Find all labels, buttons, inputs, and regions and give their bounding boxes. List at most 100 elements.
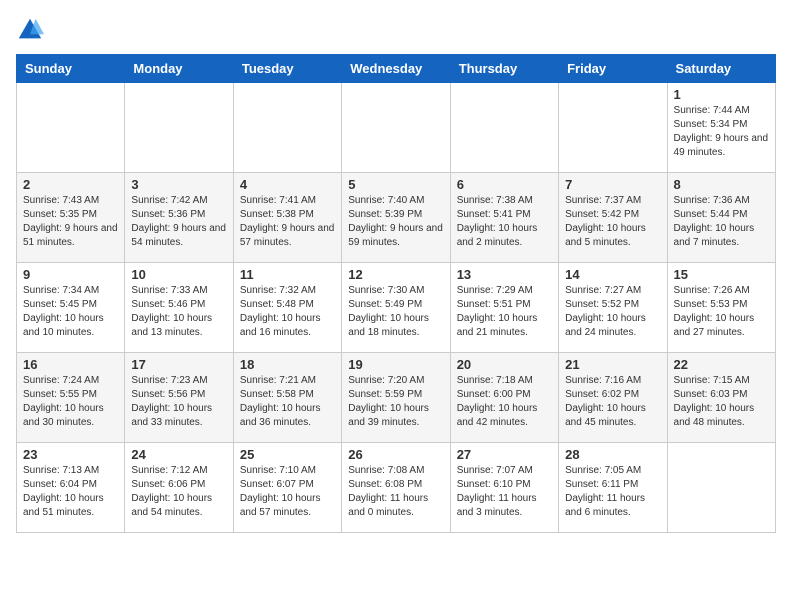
calendar-cell: 26 Sunrise: 7:08 AM Sunset: 6:08 PM Dayli… (342, 443, 450, 533)
day-number: 13 (457, 267, 552, 282)
day-number: 17 (131, 357, 226, 372)
day-info: Sunrise: 7:32 AM Sunset: 5:48 PM Dayligh… (240, 284, 335, 340)
calendar-cell: 28 Sunrise: 7:05 AM Sunset: 6:11 PM Dayli… (559, 443, 667, 533)
day-info: Sunrise: 7:18 AM Sunset: 6:00 PM Dayligh… (457, 374, 552, 430)
calendar-cell: 19 Sunrise: 7:20 AM Sunset: 5:59 PM Dayli… (342, 353, 450, 443)
calendar-cell: 24 Sunrise: 7:12 AM Sunset: 6:06 PM Dayli… (125, 443, 233, 533)
day-number: 8 (674, 177, 769, 192)
day-info: Sunrise: 7:33 AM Sunset: 5:46 PM Dayligh… (131, 284, 226, 340)
day-info: Sunrise: 7:24 AM Sunset: 5:55 PM Dayligh… (23, 374, 118, 430)
calendar-week-row: 1 Sunrise: 7:44 AM Sunset: 5:34 PM Daylig… (17, 83, 776, 173)
calendar-cell: 10Sunrise: 7:33 AM Sunset: 5:46 PM Dayli… (125, 263, 233, 353)
calendar-cell (342, 83, 450, 173)
day-info: Sunrise: 7:20 AM Sunset: 5:59 PM Dayligh… (348, 374, 443, 430)
day-number: 5 (348, 177, 443, 192)
day-number: 4 (240, 177, 335, 192)
day-info: Sunrise: 7:15 AM Sunset: 6:03 PM Dayligh… (674, 374, 769, 430)
day-info: Sunrise: 7:41 AM Sunset: 5:38 PM Dayligh… (240, 194, 335, 250)
day-info: Sunrise: 7:23 AM Sunset: 5:56 PM Dayligh… (131, 374, 226, 430)
day-info: Sunrise: 7:36 AM Sunset: 5:44 PM Dayligh… (674, 194, 769, 250)
day-info: Sunrise: 7:40 AM Sunset: 5:39 PM Dayligh… (348, 194, 443, 250)
calendar-day-header: Monday (125, 55, 233, 83)
calendar-cell: 6Sunrise: 7:38 AM Sunset: 5:41 PM Daylig… (450, 173, 558, 263)
calendar-cell: 9 Sunrise: 7:34 AM Sunset: 5:45 PM Daylig… (17, 263, 125, 353)
calendar-cell (233, 83, 341, 173)
calendar-header-row: SundayMondayTuesdayWednesdayThursdayFrid… (17, 55, 776, 83)
day-number: 24 (131, 447, 226, 462)
day-number: 23 (23, 447, 118, 462)
calendar-day-header: Saturday (667, 55, 775, 83)
calendar-cell: 27 Sunrise: 7:07 AM Sunset: 6:10 PM Dayli… (450, 443, 558, 533)
calendar-cell: 23 Sunrise: 7:13 AM Sunset: 6:04 PM Dayli… (17, 443, 125, 533)
day-info: Sunrise: 7:21 AM Sunset: 5:58 PM Dayligh… (240, 374, 335, 430)
calendar-cell: 1 Sunrise: 7:44 AM Sunset: 5:34 PM Daylig… (667, 83, 775, 173)
calendar-cell: 22Sunrise: 7:15 AM Sunset: 6:03 PM Dayli… (667, 353, 775, 443)
calendar-cell: 13 Sunrise: 7:29 AM Sunset: 5:51 PM Dayli… (450, 263, 558, 353)
calendar-table: SundayMondayTuesdayWednesdayThursdayFrid… (16, 54, 776, 533)
calendar-cell (667, 443, 775, 533)
day-number: 11 (240, 267, 335, 282)
calendar-week-row: 9 Sunrise: 7:34 AM Sunset: 5:45 PM Daylig… (17, 263, 776, 353)
calendar-cell: 14 Sunrise: 7:27 AM Sunset: 5:52 PM Dayli… (559, 263, 667, 353)
calendar-day-header: Thursday (450, 55, 558, 83)
page-header (16, 16, 776, 44)
day-number: 9 (23, 267, 118, 282)
calendar-week-row: 2 Sunrise: 7:43 AM Sunset: 5:35 PM Daylig… (17, 173, 776, 263)
calendar-day-header: Friday (559, 55, 667, 83)
day-info: Sunrise: 7:27 AM Sunset: 5:52 PM Dayligh… (565, 284, 660, 340)
day-info: Sunrise: 7:44 AM Sunset: 5:34 PM Dayligh… (674, 104, 769, 160)
day-info: Sunrise: 7:30 AM Sunset: 5:49 PM Dayligh… (348, 284, 443, 340)
calendar-cell: 18 Sunrise: 7:21 AM Sunset: 5:58 PM Dayli… (233, 353, 341, 443)
day-info: Sunrise: 7:16 AM Sunset: 6:02 PM Dayligh… (565, 374, 660, 430)
calendar-cell: 15 Sunrise: 7:26 AM Sunset: 5:53 PM Dayli… (667, 263, 775, 353)
day-number: 21 (565, 357, 660, 372)
day-number: 25 (240, 447, 335, 462)
calendar-cell: 5 Sunrise: 7:40 AM Sunset: 5:39 PM Daylig… (342, 173, 450, 263)
calendar-cell (450, 83, 558, 173)
day-info: Sunrise: 7:07 AM Sunset: 6:10 PM Dayligh… (457, 464, 552, 520)
day-info: Sunrise: 7:34 AM Sunset: 5:45 PM Dayligh… (23, 284, 118, 340)
calendar-cell (559, 83, 667, 173)
calendar-cell: 21 Sunrise: 7:16 AM Sunset: 6:02 PM Dayli… (559, 353, 667, 443)
day-info: Sunrise: 7:10 AM Sunset: 6:07 PM Dayligh… (240, 464, 335, 520)
day-info: Sunrise: 7:05 AM Sunset: 6:11 PM Dayligh… (565, 464, 660, 520)
calendar-body: 1 Sunrise: 7:44 AM Sunset: 5:34 PM Daylig… (17, 83, 776, 533)
calendar-cell: 7Sunrise: 7:37 AM Sunset: 5:42 PM Daylig… (559, 173, 667, 263)
calendar-week-row: 23 Sunrise: 7:13 AM Sunset: 6:04 PM Dayli… (17, 443, 776, 533)
calendar-cell: 20 Sunrise: 7:18 AM Sunset: 6:00 PM Dayli… (450, 353, 558, 443)
calendar-cell: 25 Sunrise: 7:10 AM Sunset: 6:07 PM Dayli… (233, 443, 341, 533)
day-number: 26 (348, 447, 443, 462)
day-number: 20 (457, 357, 552, 372)
day-number: 3 (131, 177, 226, 192)
calendar-day-header: Sunday (17, 55, 125, 83)
day-info: Sunrise: 7:08 AM Sunset: 6:08 PM Dayligh… (348, 464, 443, 520)
day-number: 12 (348, 267, 443, 282)
calendar-cell (125, 83, 233, 173)
day-number: 2 (23, 177, 118, 192)
day-number: 15 (674, 267, 769, 282)
day-info: Sunrise: 7:29 AM Sunset: 5:51 PM Dayligh… (457, 284, 552, 340)
calendar-cell (17, 83, 125, 173)
day-info: Sunrise: 7:37 AM Sunset: 5:42 PM Dayligh… (565, 194, 660, 250)
day-info: Sunrise: 7:43 AM Sunset: 5:35 PM Dayligh… (23, 194, 118, 250)
calendar-cell: 2 Sunrise: 7:43 AM Sunset: 5:35 PM Daylig… (17, 173, 125, 263)
day-info: Sunrise: 7:26 AM Sunset: 5:53 PM Dayligh… (674, 284, 769, 340)
day-number: 28 (565, 447, 660, 462)
day-number: 18 (240, 357, 335, 372)
day-number: 19 (348, 357, 443, 372)
calendar-cell: 4 Sunrise: 7:41 AM Sunset: 5:38 PM Daylig… (233, 173, 341, 263)
day-info: Sunrise: 7:12 AM Sunset: 6:06 PM Dayligh… (131, 464, 226, 520)
day-number: 14 (565, 267, 660, 282)
day-info: Sunrise: 7:13 AM Sunset: 6:04 PM Dayligh… (23, 464, 118, 520)
day-number: 6 (457, 177, 552, 192)
calendar-day-header: Wednesday (342, 55, 450, 83)
calendar-cell: 17 Sunrise: 7:23 AM Sunset: 5:56 PM Dayli… (125, 353, 233, 443)
calendar-day-header: Tuesday (233, 55, 341, 83)
day-number: 1 (674, 87, 769, 102)
calendar-cell: 16Sunrise: 7:24 AM Sunset: 5:55 PM Dayli… (17, 353, 125, 443)
day-info: Sunrise: 7:42 AM Sunset: 5:36 PM Dayligh… (131, 194, 226, 250)
day-number: 27 (457, 447, 552, 462)
logo-icon (16, 16, 44, 44)
logo (16, 16, 48, 44)
calendar-cell: 3 Sunrise: 7:42 AM Sunset: 5:36 PM Daylig… (125, 173, 233, 263)
